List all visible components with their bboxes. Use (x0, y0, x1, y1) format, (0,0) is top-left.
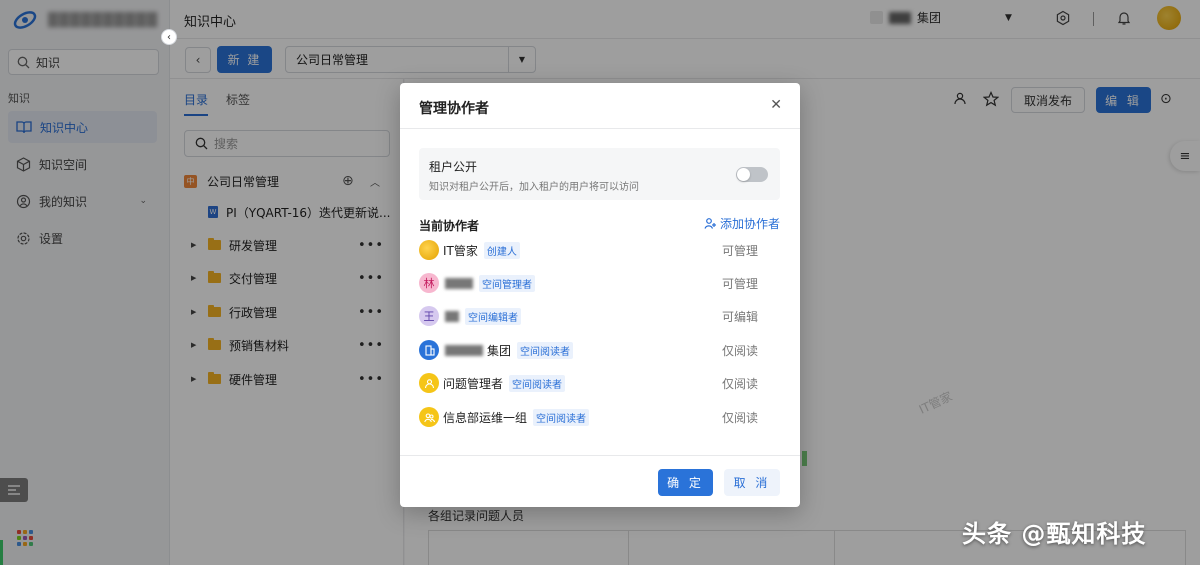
avatar: 王 (419, 306, 439, 326)
tenant-public-setting: 租户公开 知识对租户公开后，加入租户的用户将可以访问 (419, 148, 780, 200)
confirm-button[interactable]: 确 定 (658, 469, 713, 496)
permission-select[interactable]: 仅阅读 (722, 409, 758, 426)
collaborator-name: 集团 (487, 343, 512, 358)
tenant-public-toggle[interactable] (736, 167, 768, 182)
collaborator-row: 王 空间编辑者 可编辑 (419, 305, 780, 327)
avatar (419, 240, 439, 260)
dialog-header: 管理协作者 ✕ (400, 83, 800, 129)
user-role-icon (419, 373, 439, 393)
dialog-title: 管理协作者 (419, 101, 489, 117)
collaborators-title: 当前协作者 (419, 219, 480, 233)
collaborator-row: 集团 空间阅读者 仅阅读 (419, 339, 780, 361)
tenant-public-desc: 知识对租户公开后，加入租户的用户将可以访问 (429, 182, 639, 193)
role-tag: 空间编辑者 (465, 307, 521, 325)
avatar: 林 (419, 273, 439, 293)
permission-select[interactable]: 可编辑 (722, 308, 758, 325)
role-tag: 空间管理者 (479, 274, 535, 292)
dialog-footer: 确 定 取 消 (400, 455, 800, 507)
permission-select[interactable]: 可管理 (722, 242, 758, 259)
collapse-sidebar-button[interactable]: ‹ (161, 29, 177, 45)
manage-collaborators-dialog: 管理协作者 ✕ 租户公开 知识对租户公开后，加入租户的用户将可以访问 当前协作者… (400, 83, 800, 507)
role-tag: 空间阅读者 (517, 341, 574, 359)
permission-select[interactable]: 可管理 (722, 275, 758, 292)
tenant-public-title: 租户公开 (429, 160, 478, 174)
role-tag: 空间阅读者 (509, 374, 566, 392)
add-user-icon (704, 218, 716, 229)
role-tag: 创建人 (483, 241, 520, 259)
collaborator-row: IT管家 创建人 可管理 (419, 239, 780, 261)
permission-select[interactable]: 仅阅读 (722, 375, 758, 392)
collaborator-name: 信息部运维一组 (443, 410, 528, 425)
add-collaborator-label: 添加协作者 (719, 217, 780, 231)
collaborator-name: 问题管理者 (443, 376, 504, 391)
collaborator-name-redacted (445, 277, 473, 289)
source-watermark: 头条 @甄知科技 (962, 520, 1147, 548)
role-tag: 空间阅读者 (533, 408, 590, 426)
collaborator-name-redacted (445, 310, 459, 322)
toggle-knob (737, 168, 750, 181)
collaborator-row: 信息部运维一组 空间阅读者 仅阅读 (419, 406, 780, 428)
collaborator-row: 林 空间管理者 可管理 (419, 272, 780, 294)
building-icon (419, 340, 439, 360)
collaborator-name-redacted (445, 344, 483, 356)
collaborator-row: 问题管理者 空间阅读者 仅阅读 (419, 372, 780, 394)
close-icon[interactable]: ✕ (770, 97, 782, 113)
user-group-icon (419, 407, 439, 427)
add-collaborator-button[interactable]: 添加协作者 (704, 215, 780, 232)
permission-select[interactable]: 仅阅读 (722, 342, 758, 359)
cancel-button[interactable]: 取 消 (724, 469, 780, 496)
collaborator-name: IT管家 (443, 243, 478, 258)
